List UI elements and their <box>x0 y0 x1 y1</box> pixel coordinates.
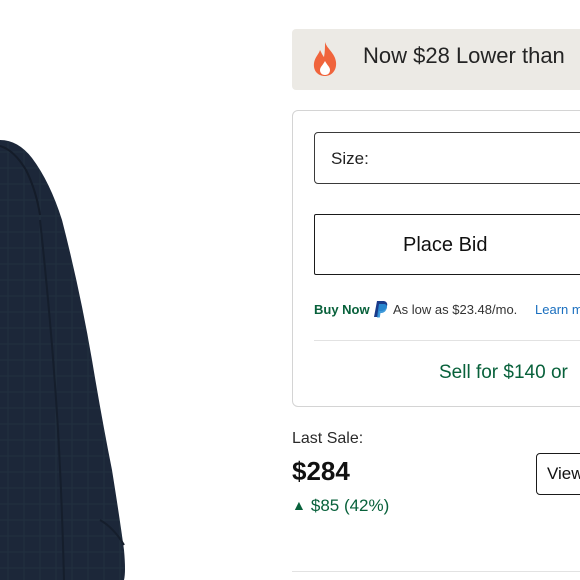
purchase-panel: Size: Place Bid Buy Now As low as $23.48… <box>292 110 580 407</box>
panel-divider <box>314 340 580 341</box>
place-bid-button[interactable]: Place Bid <box>314 214 580 275</box>
sell-link[interactable]: Sell for $140 or <box>439 362 568 384</box>
place-bid-label: Place Bid <box>403 234 488 256</box>
up-triangle-icon: ▲ <box>292 497 306 513</box>
banner-text: Now $28 Lower than <box>363 43 565 68</box>
buy-now-row: Buy Now As low as $23.48/mo. Learn m <box>314 301 580 321</box>
view-sales-button[interactable]: View <box>536 453 580 495</box>
installment-text: As low as $23.48/mo. <box>393 302 518 317</box>
price-change: ▲ $85 (42%) <box>292 496 389 516</box>
fire-icon <box>313 42 337 76</box>
last-sale-label: Last Sale: <box>292 430 364 447</box>
product-image-sweatshirt <box>0 140 125 580</box>
price-change-text: $85 (42%) <box>310 496 390 515</box>
size-select[interactable]: Size: <box>314 132 580 184</box>
buy-now-link[interactable]: Buy Now <box>314 302 370 317</box>
price-drop-banner: Now $28 Lower than <box>292 29 580 90</box>
last-sale-price: $284 <box>292 456 350 486</box>
view-sales-label: View <box>547 464 580 483</box>
size-select-label: Size: <box>331 149 369 168</box>
learn-more-link[interactable]: Learn m <box>535 302 580 317</box>
section-divider <box>292 571 580 572</box>
paypal-icon <box>374 301 388 318</box>
